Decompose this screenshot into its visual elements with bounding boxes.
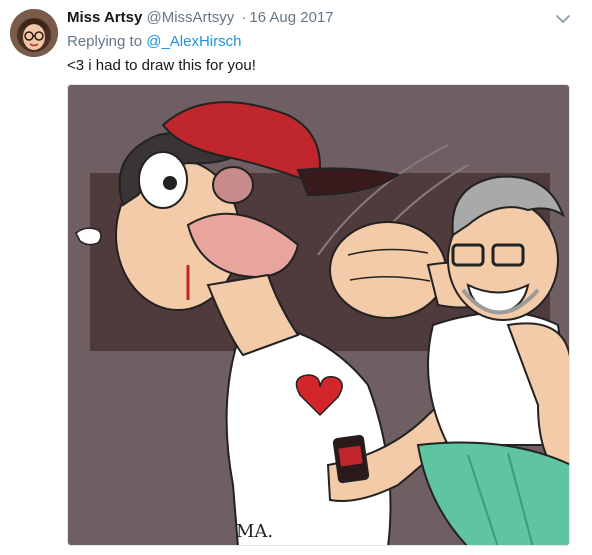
reply-mention-link[interactable]: @_AlexHirsch — [146, 33, 241, 50]
tweet-date[interactable]: 16 Aug 2017 — [249, 9, 333, 26]
avatar-illustration-icon — [10, 9, 58, 57]
tweet-header: Miss Artsy @MissArtsyy · 16 Aug 2017 — [67, 8, 552, 28]
author-name[interactable]: Miss Artsy — [67, 9, 142, 26]
artist-signature: MA. — [236, 521, 273, 542]
tweet-media-image[interactable]: MA. — [67, 84, 570, 546]
chevron-down-icon[interactable] — [554, 12, 572, 26]
tweet-text: <3 i had to draw this for you! — [67, 57, 256, 74]
tweet[interactable]: Miss Artsy @MissArtsyy · 16 Aug 2017 Repl… — [0, 0, 592, 555]
replying-to: Replying to @_AlexHirsch — [67, 32, 241, 52]
avatar[interactable] — [10, 9, 58, 57]
illustration-image: MA. — [68, 85, 569, 545]
author-handle[interactable]: @MissArtsyy — [146, 9, 234, 26]
separator: · — [241, 9, 247, 26]
replying-prefix: Replying to — [67, 33, 147, 50]
